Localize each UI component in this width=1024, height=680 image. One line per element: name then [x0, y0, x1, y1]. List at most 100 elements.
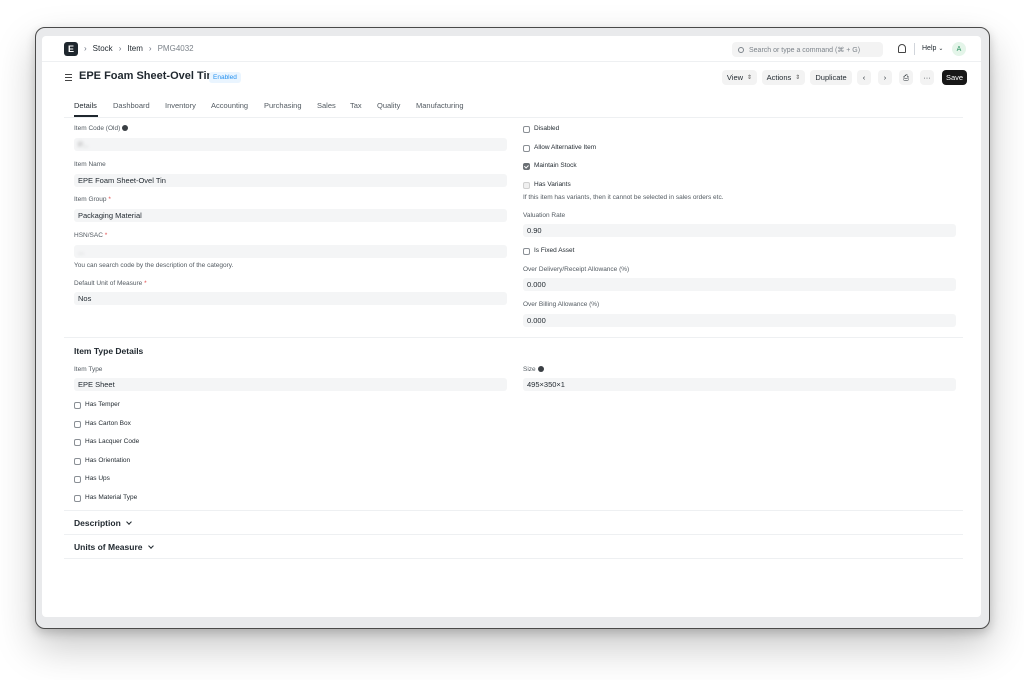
globe-icon [122, 125, 129, 132]
updown-icon: ⇕ [795, 75, 801, 81]
section-divider [64, 337, 963, 338]
active-tab-indicator [74, 115, 98, 117]
disabled-checkbox[interactable] [523, 126, 530, 133]
item-name-label: Item Name [74, 161, 106, 168]
disabled-label: Disabled [534, 125, 560, 132]
item-type-label: Item Type [74, 366, 103, 373]
uom-field[interactable]: Nos [74, 292, 507, 305]
hsn-label: HSN/SAC * [74, 232, 108, 239]
more-button[interactable]: ··· [920, 70, 934, 85]
app-logo[interactable]: E [64, 42, 78, 56]
bell-icon[interactable] [898, 44, 906, 53]
has-ups-label: Has Ups [85, 475, 110, 482]
search-placeholder: Search or type a command (⌘ + G) [749, 46, 861, 54]
item-name-field[interactable]: EPE Foam Sheet-Ovel Tin [74, 174, 507, 187]
hsn-field[interactable]: ... [74, 245, 507, 258]
tab-sales[interactable]: Sales [317, 101, 336, 110]
search-icon [738, 46, 744, 53]
has-temper-checkbox[interactable] [74, 402, 81, 409]
chevron-down-icon [125, 518, 132, 525]
item-code-label: Item Code (Old) [74, 125, 129, 132]
has-carton-box-label: Has Carton Box [85, 420, 131, 427]
actions-button[interactable]: Actions ⇕ [762, 70, 805, 85]
tab-purchasing[interactable]: Purchasing [264, 101, 302, 110]
globe-icon [537, 366, 544, 373]
valuation-rate-label: Valuation Rate [523, 212, 566, 219]
view-label: View [726, 73, 744, 82]
app-window: E › Stock › Item › PMG4032 Search or typ… [42, 36, 981, 617]
item-type-field[interactable]: EPE Sheet [74, 378, 507, 391]
has-lacquer-code-label: Has Lacquer Code [85, 438, 140, 445]
has-material-type-checkbox[interactable] [74, 495, 81, 502]
navbar-divider [914, 43, 915, 55]
section-divider [64, 558, 963, 559]
has-carton-box-checkbox[interactable] [74, 421, 81, 428]
over-billing-label: Over Billing Allowance (%) [523, 301, 600, 308]
maintain-stock-label: Maintain Stock [534, 162, 577, 169]
tab-tax[interactable]: Tax [350, 101, 362, 110]
maintain-stock-checkbox[interactable] [523, 163, 530, 170]
allow-alternative-checkbox[interactable] [523, 145, 530, 152]
description-section-toggle[interactable]: Description [74, 518, 132, 528]
size-field[interactable]: 495×350×1 [523, 378, 956, 391]
page-title: EPE Foam Sheet-Ovel Tin [79, 70, 214, 82]
has-variants-label: Has Variants [534, 181, 571, 188]
tab-dashboard[interactable]: Dashboard [113, 101, 150, 110]
description-heading: Description [74, 518, 121, 528]
sidebar-toggle-icon[interactable] [65, 74, 72, 83]
save-button[interactable]: Save [942, 70, 967, 85]
chevron-right-icon: › [84, 44, 87, 53]
updown-icon: ⇕ [747, 75, 753, 81]
item-group-label: Item Group * [74, 196, 111, 203]
units-of-measure-heading: Units of Measure [74, 542, 143, 552]
breadcrumb-stock[interactable]: Stock [93, 44, 113, 53]
allow-alternative-label: Allow Alternative Item [534, 144, 597, 151]
next-icon[interactable]: › [878, 70, 892, 85]
has-lacquer-code-checkbox[interactable] [74, 439, 81, 446]
previous-icon[interactable]: ‹ [857, 70, 871, 85]
item-code-field[interactable]: P... [74, 138, 507, 151]
chevron-right-icon: › [148, 44, 152, 53]
breadcrumb-item[interactable]: Item [127, 44, 143, 53]
has-ups-checkbox[interactable] [74, 476, 81, 483]
item-type-section-heading: Item Type Details [74, 346, 144, 356]
help-label: Help [922, 45, 937, 52]
duplicate-button[interactable]: Duplicate [810, 70, 852, 85]
uom-section-toggle[interactable]: Units of Measure [74, 542, 154, 552]
actions-label: Actions [766, 73, 792, 82]
page-head: EPE Foam Sheet-Ovel Tin Enabled View ⇕ Ac… [42, 63, 981, 95]
status-badge: Enabled [209, 72, 241, 83]
uom-label: Default Unit of Measure * [74, 280, 147, 287]
form-tabs: Details Dashboard Inventory Accounting P… [64, 94, 963, 118]
tab-manufacturing[interactable]: Manufacturing [416, 101, 464, 110]
tab-accounting[interactable]: Accounting [211, 101, 248, 110]
view-button[interactable]: View ⇕ [722, 70, 757, 85]
avatar[interactable]: A [952, 42, 966, 56]
is-fixed-asset-checkbox[interactable] [523, 248, 530, 255]
item-group-field[interactable]: Packaging Material [74, 209, 507, 222]
over-delivery-field[interactable]: 0.000 [523, 278, 956, 291]
section-divider [64, 510, 963, 511]
help-dropdown[interactable]: Help ⌄ [922, 45, 943, 52]
has-orientation-checkbox[interactable] [74, 458, 81, 465]
section-divider [64, 534, 963, 535]
over-delivery-label: Over Delivery/Receipt Allowance (%) [523, 266, 630, 273]
chevron-right-icon: › [118, 44, 122, 53]
chevron-down-icon: ⌄ [938, 46, 944, 52]
is-fixed-asset-label: Is Fixed Asset [534, 247, 575, 254]
over-billing-field[interactable]: 0.000 [523, 314, 956, 327]
tab-inventory[interactable]: Inventory [165, 101, 196, 110]
has-variants-checkbox[interactable] [523, 182, 530, 189]
navbar: E › Stock › Item › PMG4032 Search or typ… [42, 36, 981, 62]
tab-details[interactable]: Details [74, 101, 97, 110]
search-input[interactable]: Search or type a command (⌘ + G) [732, 42, 883, 57]
breadcrumb-current[interactable]: PMG4032 [158, 44, 194, 53]
breadcrumb: › Stock › Item › PMG4032 [84, 44, 194, 53]
print-icon[interactable]: ⎙ [899, 70, 913, 85]
has-material-type-label: Has Material Type [85, 494, 138, 501]
tab-quality[interactable]: Quality [377, 101, 400, 110]
has-temper-label: Has Temper [85, 401, 120, 408]
valuation-rate-field[interactable]: 0.90 [523, 224, 956, 237]
chevron-down-icon [147, 542, 154, 549]
size-label: Size [523, 366, 544, 373]
